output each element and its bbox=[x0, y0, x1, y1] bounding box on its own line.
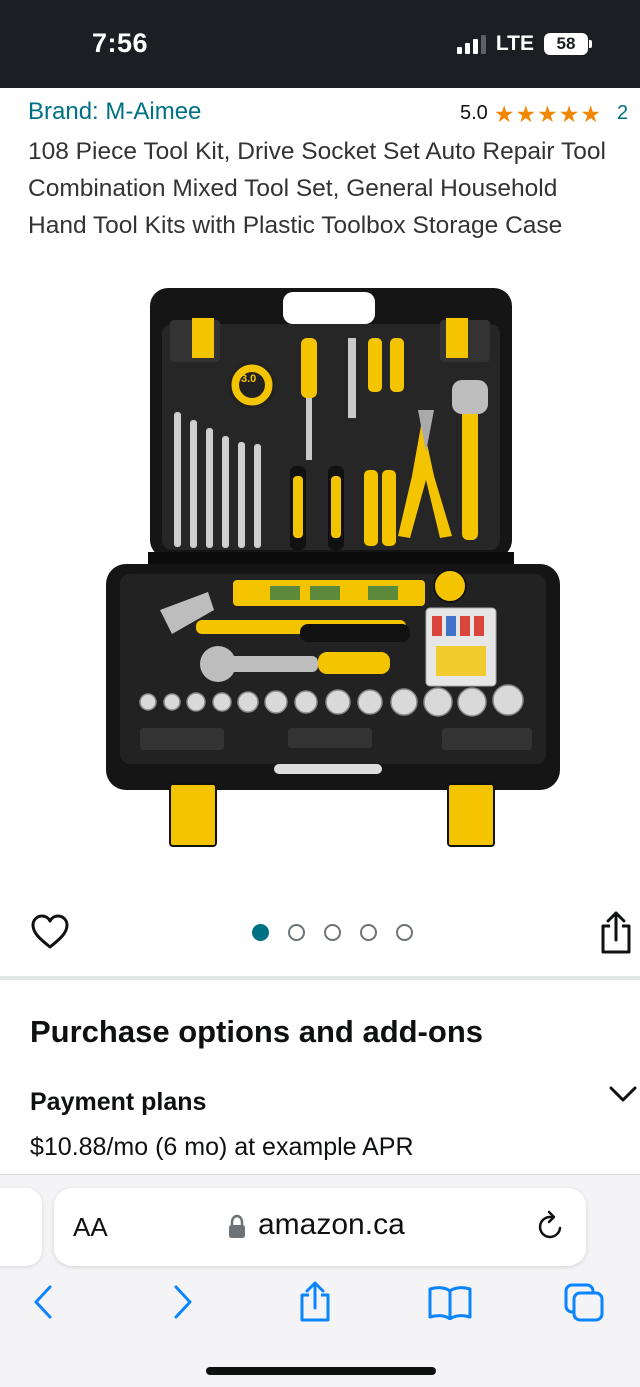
rating[interactable]: 5.0 ★ ★ ★ ★ ★ 2 bbox=[460, 102, 628, 125]
signal-icon bbox=[456, 34, 486, 54]
rating-count[interactable]: 2 bbox=[617, 102, 628, 125]
star-rating-icon: ★ ★ ★ ★ ★ bbox=[493, 100, 601, 127]
battery-icon: 58 bbox=[544, 33, 592, 55]
network-label: LTE bbox=[495, 32, 534, 55]
previous-tab-preview[interactable] bbox=[0, 1188, 42, 1266]
tabs-icon[interactable] bbox=[562, 1280, 606, 1324]
status-indicators: LTE 58 bbox=[456, 32, 592, 56]
payment-plan-detail: $10.88/mo (6 mo) at example APR bbox=[30, 1133, 414, 1161]
share-icon[interactable] bbox=[598, 910, 634, 956]
image-carousel-dots[interactable] bbox=[252, 924, 413, 941]
status-bar: 7:56 LTE 58 bbox=[0, 0, 640, 88]
brand-link[interactable]: Brand: M-Aimee bbox=[28, 98, 201, 126]
back-icon[interactable] bbox=[26, 1280, 60, 1324]
home-indicator[interactable] bbox=[206, 1367, 436, 1375]
chevron-down-icon[interactable] bbox=[608, 1084, 638, 1104]
url-text[interactable]: amazon.ca bbox=[258, 1208, 405, 1242]
carousel-dot[interactable] bbox=[288, 924, 305, 941]
share-toolbar-icon[interactable] bbox=[296, 1280, 334, 1324]
carousel-dot[interactable] bbox=[396, 924, 413, 941]
rating-value: 5.0 bbox=[460, 102, 488, 124]
section-divider bbox=[0, 976, 640, 980]
heart-icon[interactable] bbox=[30, 912, 70, 952]
status-time: 7:56 bbox=[92, 28, 149, 58]
lock-icon bbox=[228, 1214, 246, 1240]
reader-mode-button[interactable]: AA bbox=[73, 1212, 108, 1243]
reader-mode-label: AA bbox=[73, 1212, 108, 1242]
product-title: 108 Piece Tool Kit, Drive Socket Set Aut… bbox=[28, 138, 606, 239]
tape-label: 3.0 bbox=[241, 373, 256, 385]
carousel-dot[interactable] bbox=[324, 924, 341, 941]
product-image[interactable]: 3.0 bbox=[100, 280, 570, 860]
forward-icon[interactable] bbox=[166, 1280, 200, 1324]
carousel-dot[interactable] bbox=[360, 924, 377, 941]
section-heading: Purchase options and add-ons bbox=[30, 1014, 483, 1049]
reload-icon[interactable] bbox=[536, 1210, 566, 1242]
bookmarks-icon[interactable] bbox=[426, 1280, 474, 1324]
payment-plans-label[interactable]: Payment plans bbox=[30, 1088, 206, 1117]
carousel-dot[interactable] bbox=[252, 924, 269, 941]
